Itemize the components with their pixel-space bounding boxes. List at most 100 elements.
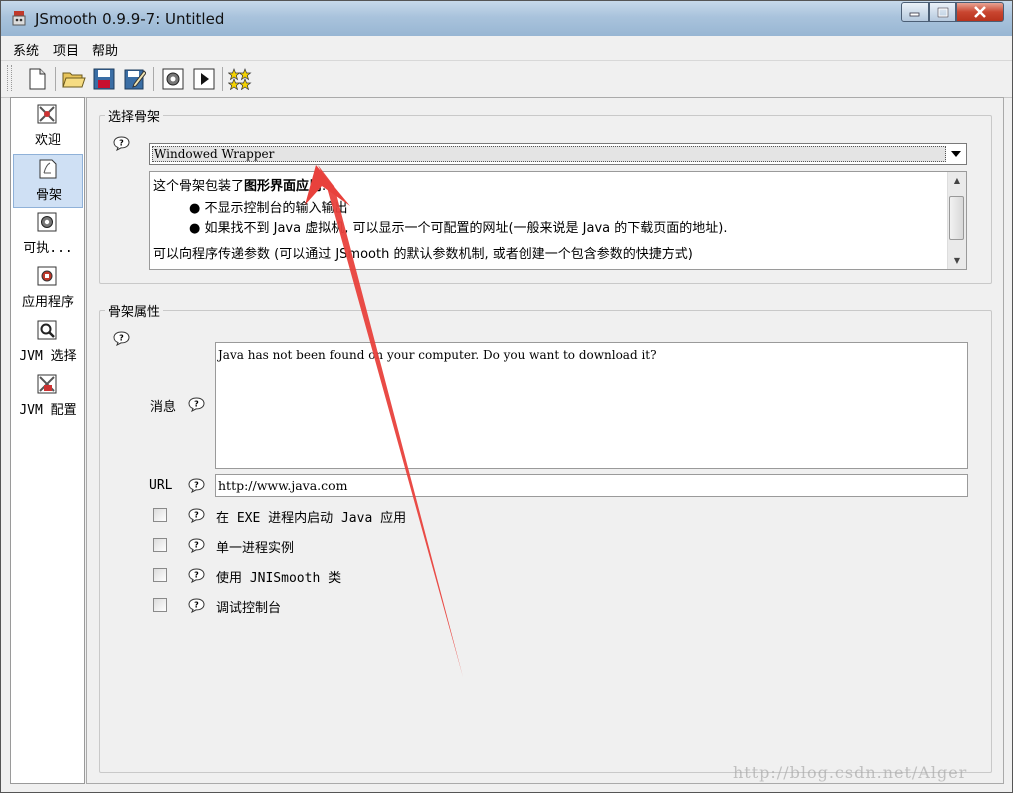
toolbar-separator: [222, 67, 223, 91]
sidebar-item-label: JVM 配置: [19, 403, 77, 418]
help-icon[interactable]: ?: [188, 478, 205, 493]
stars-icon: [228, 68, 252, 90]
run-play-icon: [193, 68, 215, 90]
run-button[interactable]: [191, 66, 217, 92]
toolbar-grip[interactable]: [7, 65, 12, 91]
close-button[interactable]: [956, 2, 1004, 22]
help-icon[interactable]: ?: [113, 136, 130, 151]
title-bar[interactable]: JSmooth 0.9.9-7: Untitled: [1, 1, 1012, 36]
group-title: 骨架属性: [105, 301, 164, 320]
help-icon[interactable]: ?: [188, 397, 205, 412]
help-icon[interactable]: ?: [188, 568, 205, 583]
description-intro: 这个骨架包装了图形界面应用.: [153, 178, 943, 200]
close-icon: [974, 6, 986, 18]
skeleton-description[interactable]: 这个骨架包装了图形界面应用. ● 不显示控制台的输入输出 ● 如果找不到 Jav…: [149, 171, 967, 270]
description-footer: 可以向程序传递参数 (可以通过 JSmooth 的默认参数机制, 或者创建一个包…: [153, 247, 693, 262]
save-project-button[interactable]: [91, 66, 117, 92]
menu-help[interactable]: 帮助: [92, 40, 118, 59]
scroll-thumb[interactable]: [949, 196, 964, 240]
checkbox-label: 在 EXE 进程内启动 Java 应用: [216, 511, 407, 526]
toolbar-separator: [55, 67, 56, 91]
new-project-button[interactable]: [24, 66, 50, 92]
compile-button[interactable]: [160, 66, 186, 92]
description-bullet-text: 不显示控制台的输入输出: [204, 201, 348, 216]
open-folder-icon: [62, 72, 86, 88]
url-input[interactable]: http://www.java.com: [215, 474, 968, 497]
group-title: 选择骨架: [105, 106, 164, 125]
svg-text:?: ?: [194, 481, 199, 490]
svg-text:?: ?: [194, 511, 199, 520]
url-label: URL: [149, 478, 173, 493]
about-button[interactable]: [227, 66, 253, 92]
checkbox-in-process[interactable]: [153, 508, 167, 522]
svg-text:?: ?: [119, 139, 124, 148]
jvm-config-icon: [37, 374, 57, 394]
message-label: 消息: [150, 400, 177, 415]
new-file-icon: [29, 68, 46, 90]
help-icon[interactable]: ?: [188, 538, 205, 553]
checkbox-label: 调试控制台: [216, 601, 282, 616]
sidebar-item-application[interactable]: 应用程序: [13, 262, 83, 316]
checkbox-label: 单一进程实例: [216, 541, 295, 556]
app-logo-icon: [12, 11, 26, 26]
skeleton-dropdown-value: Windowed Wrapper: [152, 146, 946, 162]
chevron-down-icon: [950, 151, 961, 157]
save-disk-icon: [93, 68, 115, 90]
sidebar-item-executable[interactable]: 可执...: [13, 208, 83, 262]
checkbox-single-instance[interactable]: [153, 538, 167, 552]
save-as-icon: [124, 69, 146, 90]
sidebar-item-skeleton[interactable]: 骨架: [13, 154, 83, 208]
watermark: http://blog.csdn.net/Alger: [733, 763, 968, 782]
svg-text:?: ?: [194, 601, 199, 610]
help-icon[interactable]: ?: [188, 508, 205, 523]
sidebar-item-jvm-select[interactable]: JVM 选择: [13, 316, 83, 370]
window-controls: [901, 2, 1004, 22]
executable-gear-icon: [37, 212, 57, 232]
toolbar-separator: [153, 67, 154, 91]
help-icon[interactable]: ?: [188, 598, 205, 613]
checkbox-debug-console[interactable]: [153, 598, 167, 612]
description-scrollbar[interactable]: ▲ ▼: [947, 172, 966, 269]
navigation-sidebar: 欢迎 骨架 可执... 应用程序 JVM 选择 JVM 配置: [10, 97, 85, 784]
sidebar-item-label: 欢迎: [34, 133, 61, 148]
skeleton-dropdown[interactable]: Windowed Wrapper: [149, 143, 967, 165]
application-icon: [37, 266, 57, 286]
sidebar-item-welcome[interactable]: 欢迎: [13, 100, 83, 154]
window-title: JSmooth 0.9.9-7: Untitled: [35, 10, 225, 28]
welcome-icon: [37, 104, 57, 124]
menu-bar: 系统 项目 帮助: [1, 37, 1012, 59]
compile-gear-icon: [162, 68, 184, 90]
svg-text:?: ?: [119, 334, 124, 343]
maximize-icon: [937, 7, 948, 17]
description-intro-plain: 这个骨架包装了: [153, 179, 245, 194]
minimize-icon: [909, 12, 920, 17]
scroll-up-button[interactable]: ▲: [948, 172, 966, 189]
open-project-button[interactable]: [61, 66, 87, 92]
skeleton-icon: [39, 159, 57, 179]
description-bullet-text: 如果找不到 Java 虚拟机, 可以显示一个可配置的网址(一般来说是 Java …: [204, 221, 728, 236]
skeleton-description-text: 这个骨架包装了图形界面应用. ● 不显示控制台的输入输出 ● 如果找不到 Jav…: [153, 178, 943, 268]
sidebar-item-label: 应用程序: [21, 295, 74, 310]
save-as-button[interactable]: [122, 66, 148, 92]
description-bullet: ● 如果找不到 Java 虚拟机, 可以显示一个可配置的网址(一般来说是 Jav…: [189, 221, 728, 236]
sidebar-item-label: JVM 选择: [19, 349, 77, 364]
menu-project[interactable]: 项目: [53, 40, 79, 59]
svg-text:?: ?: [194, 571, 199, 580]
description-bullet: ● 不显示控制台的输入输出: [189, 201, 348, 216]
description-intro-bold: 图形界面应用: [244, 179, 323, 194]
message-textarea[interactable]: Java has not been found on your computer…: [215, 342, 968, 469]
sidebar-item-label: 骨架: [35, 188, 62, 203]
menu-system[interactable]: 系统: [13, 40, 39, 59]
checkbox-label: 使用 JNISmooth 类: [216, 571, 342, 586]
help-icon[interactable]: ?: [113, 331, 130, 346]
description-intro-end: .: [322, 179, 327, 194]
svg-text:?: ?: [194, 400, 199, 409]
app-window: JSmooth 0.9.9-7: Untitled 系统 项目 帮助 欢迎 骨架…: [0, 0, 1013, 793]
checkbox-jnismooth[interactable]: [153, 568, 167, 582]
sidebar-item-jvm-config[interactable]: JVM 配置: [13, 370, 83, 424]
dropdown-arrow-button[interactable]: [947, 146, 964, 162]
maximize-button[interactable]: [929, 2, 956, 22]
minimize-button[interactable]: [901, 2, 929, 22]
scroll-down-button[interactable]: ▼: [948, 252, 966, 269]
jvm-select-icon: [37, 320, 57, 340]
